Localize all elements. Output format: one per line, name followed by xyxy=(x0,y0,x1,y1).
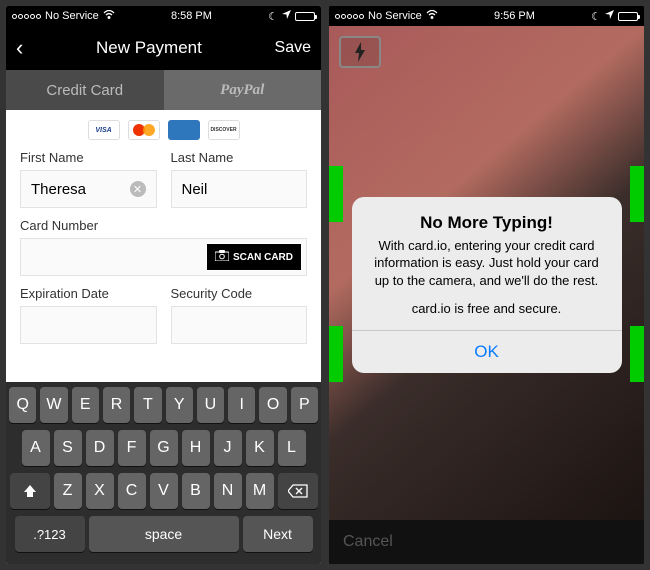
alert-dialog: No More Typing! With card.io, entering y… xyxy=(352,197,622,374)
key-e[interactable]: E xyxy=(72,387,99,423)
phone-left: No Service 8:58 PM ☾ ‹ New Payment Save … xyxy=(6,6,321,564)
wifi-icon xyxy=(103,10,115,22)
tab-paypal[interactable]: PayPal xyxy=(164,70,322,110)
carrier-text: No Service xyxy=(45,10,99,22)
key-m[interactable]: M xyxy=(246,473,274,509)
key-a[interactable]: A xyxy=(22,430,50,466)
camera-icon xyxy=(215,250,229,264)
first-name-value: Theresa xyxy=(31,181,86,198)
key-u[interactable]: U xyxy=(197,387,224,423)
last-name-label: Last Name xyxy=(171,150,308,165)
scan-card-label: SCAN CARD xyxy=(233,252,293,263)
clear-icon[interactable]: ✕ xyxy=(130,181,146,197)
card-number-label: Card Number xyxy=(20,218,307,233)
card-brand-row: VISA DISCOVER xyxy=(6,110,321,150)
key-space[interactable]: space xyxy=(89,516,239,552)
card-number-input[interactable]: SCAN CARD xyxy=(20,238,307,276)
key-o[interactable]: O xyxy=(259,387,286,423)
cancel-button[interactable]: Cancel xyxy=(343,533,393,551)
key-h[interactable]: H xyxy=(182,430,210,466)
key-backspace[interactable] xyxy=(278,473,318,509)
key-x[interactable]: X xyxy=(86,473,114,509)
location-icon xyxy=(282,10,291,22)
key-b[interactable]: B xyxy=(182,473,210,509)
alert-body: With card.io, entering your credit card … xyxy=(352,237,622,296)
phone-right: No Service 9:56 PM ☾ No More Typing! Wit… xyxy=(329,6,644,564)
key-n[interactable]: N xyxy=(214,473,242,509)
alert-overlay: No More Typing! With card.io, entering y… xyxy=(329,6,644,564)
page-title: New Payment xyxy=(96,38,202,58)
key-y[interactable]: Y xyxy=(166,387,193,423)
alert-ok-button[interactable]: OK xyxy=(352,330,622,373)
key-z[interactable]: Z xyxy=(54,473,82,509)
key-w[interactable]: W xyxy=(40,387,67,423)
alert-title: No More Typing! xyxy=(352,197,622,237)
last-name-value: Neil xyxy=(182,181,208,198)
security-input[interactable] xyxy=(171,306,308,344)
back-button[interactable]: ‹ xyxy=(16,35,23,61)
last-name-input[interactable]: Neil xyxy=(171,170,308,208)
visa-icon: VISA xyxy=(88,120,120,140)
payment-tabs: Credit Card PayPal xyxy=(6,70,321,110)
key-shift[interactable] xyxy=(10,473,50,509)
mastercard-icon xyxy=(128,120,160,140)
key-s[interactable]: S xyxy=(54,430,82,466)
moon-icon: ☾ xyxy=(268,10,278,23)
key-f[interactable]: F xyxy=(118,430,146,466)
signal-dots xyxy=(12,14,41,19)
save-button[interactable]: Save xyxy=(275,39,311,57)
scan-card-button[interactable]: SCAN CARD xyxy=(206,243,302,271)
key-d[interactable]: D xyxy=(86,430,114,466)
status-bar: No Service 8:58 PM ☾ xyxy=(6,6,321,26)
key-k[interactable]: K xyxy=(246,430,274,466)
nav-bar: ‹ New Payment Save xyxy=(6,26,321,70)
form: First Name Theresa ✕ Last Name Neil Card… xyxy=(6,150,321,354)
key-c[interactable]: C xyxy=(118,473,146,509)
first-name-label: First Name xyxy=(20,150,157,165)
key-q[interactable]: Q xyxy=(9,387,36,423)
key-v[interactable]: V xyxy=(150,473,178,509)
battery-icon xyxy=(295,12,315,21)
status-time: 8:58 PM xyxy=(171,10,212,22)
first-name-input[interactable]: Theresa ✕ xyxy=(20,170,157,208)
key-next[interactable]: Next xyxy=(243,516,313,552)
key-l[interactable]: L xyxy=(278,430,306,466)
tab-credit-card[interactable]: Credit Card xyxy=(6,70,164,110)
key-t[interactable]: T xyxy=(134,387,161,423)
key-p[interactable]: P xyxy=(291,387,318,423)
expiration-label: Expiration Date xyxy=(20,286,157,301)
paypal-logo: PayPal xyxy=(220,82,264,99)
key-numsym[interactable]: .?123 xyxy=(15,516,85,552)
key-g[interactable]: G xyxy=(150,430,178,466)
alert-body2: card.io is free and secure. xyxy=(352,295,622,330)
discover-icon: DISCOVER xyxy=(208,120,240,140)
key-i[interactable]: I xyxy=(228,387,255,423)
amex-icon xyxy=(168,120,200,140)
key-r[interactable]: R xyxy=(103,387,130,423)
key-j[interactable]: J xyxy=(214,430,242,466)
security-label: Security Code xyxy=(171,286,308,301)
keyboard: QWERTYUIOP ASDFGHJKL ZXCVBNM .?123 space… xyxy=(6,382,321,564)
bottom-bar: Cancel xyxy=(329,520,644,564)
expiration-input[interactable] xyxy=(20,306,157,344)
